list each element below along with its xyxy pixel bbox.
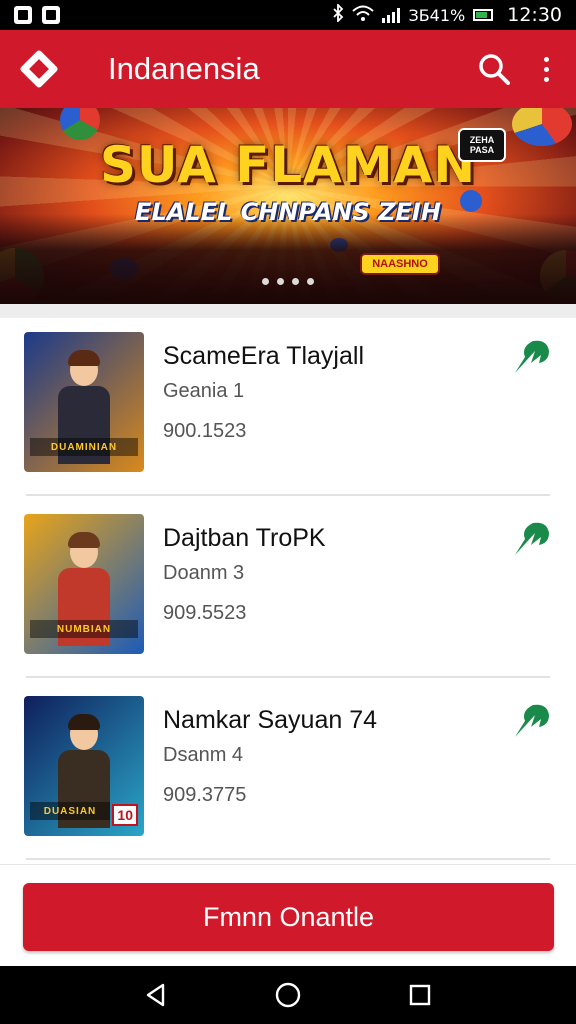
carousel-dot[interactable]: [262, 278, 269, 285]
game-genre: Doanm 3: [163, 562, 245, 584]
banner-crowd: [0, 214, 576, 304]
list-item[interactable]: NUMBIAN Dajtban TroPK Doanm 3 909.5523: [0, 500, 576, 678]
divider: [26, 494, 550, 496]
promo-banner[interactable]: SUA FLAMAN ELALEL CHNPANS ZEIH ZEHA PASA…: [0, 108, 576, 304]
thumbnail-logo-text: DUASIAN: [30, 802, 110, 820]
game-count: 909.3775: [163, 784, 247, 806]
thumbnail-logo-text: DUAMINIAN: [30, 438, 138, 456]
status-right: ЗБ41% 12:30: [332, 2, 562, 26]
more-vert-icon: [543, 56, 549, 62]
app-bar: Indanensia: [0, 30, 576, 108]
carousel-dot[interactable]: [277, 278, 284, 285]
thumbnail-logo-text: NUMBIAN: [30, 620, 138, 638]
battery-icon: [473, 9, 494, 21]
download-button[interactable]: [508, 334, 554, 380]
nav-recents-button[interactable]: [398, 973, 442, 1017]
carousel-dot[interactable]: [307, 278, 314, 285]
network-status-text: ЗБ41%: [408, 5, 466, 25]
game-count: 900.1523: [163, 420, 247, 442]
app-logo[interactable]: [18, 48, 60, 90]
carousel-indicator: [0, 278, 576, 285]
download-button[interactable]: [508, 698, 554, 744]
banner-badge: ZEHA PASA: [458, 128, 506, 162]
search-button[interactable]: [472, 47, 516, 91]
game-thumbnail: NUMBIAN: [24, 514, 144, 654]
game-count: 909.5523: [163, 602, 247, 624]
carousel-dot[interactable]: [292, 278, 299, 285]
more-options-button[interactable]: [534, 47, 558, 91]
game-genre: Dsanm 4: [163, 744, 244, 766]
wifi-icon: [352, 5, 375, 25]
download-button[interactable]: [508, 516, 554, 562]
cell-signal-icon: [382, 7, 401, 23]
divider: [26, 858, 550, 860]
status-left: [14, 6, 60, 24]
banner-subtitle: ELALEL CHNPANS ZEIH: [135, 198, 441, 226]
banner-mascot-label: NAASHNO: [360, 253, 440, 275]
app-title: Indanensia: [108, 51, 260, 86]
list-item[interactable]: DUASIAN 10 Namkar Sayuan 74 Dsanm 4 909.…: [0, 682, 576, 860]
bottom-action-panel: Fmnn Onantle: [0, 864, 576, 966]
download-arrow-icon: [515, 522, 549, 555]
back-icon: [146, 983, 165, 1007]
divider: [26, 676, 550, 678]
game-thumbnail: DUASIAN 10: [24, 696, 144, 836]
game-thumbnail: DUAMINIAN: [24, 332, 144, 472]
nav-back-button[interactable]: [134, 973, 178, 1017]
notification-icon: [42, 6, 60, 24]
nav-home-button[interactable]: [266, 973, 310, 1017]
system-nav-bar: [0, 966, 576, 1024]
status-bar: ЗБ41% 12:30: [0, 0, 576, 30]
game-title: Dajtban TroPK: [163, 524, 326, 552]
age-rating-badge: 10: [112, 804, 138, 826]
download-arrow-icon: [515, 340, 549, 373]
clock-text: 12:30: [507, 4, 562, 26]
recents-icon: [409, 984, 431, 1006]
game-list: DUAMINIAN ScameEra Tlayjall Geania 1 900…: [0, 318, 576, 864]
bluetooth-icon: [332, 2, 344, 26]
home-icon: [275, 982, 301, 1008]
list-item[interactable]: DUAMINIAN ScameEra Tlayjall Geania 1 900…: [0, 318, 576, 496]
download-arrow-icon: [515, 704, 549, 737]
game-genre: Geania 1: [163, 380, 245, 402]
search-icon: [479, 54, 510, 85]
notification-icon: [14, 6, 32, 24]
game-title: Namkar Sayuan 74: [163, 706, 378, 734]
game-title: ScameEra Tlayjall: [163, 342, 365, 370]
primary-action-button[interactable]: Fmnn Onantle: [23, 883, 554, 951]
